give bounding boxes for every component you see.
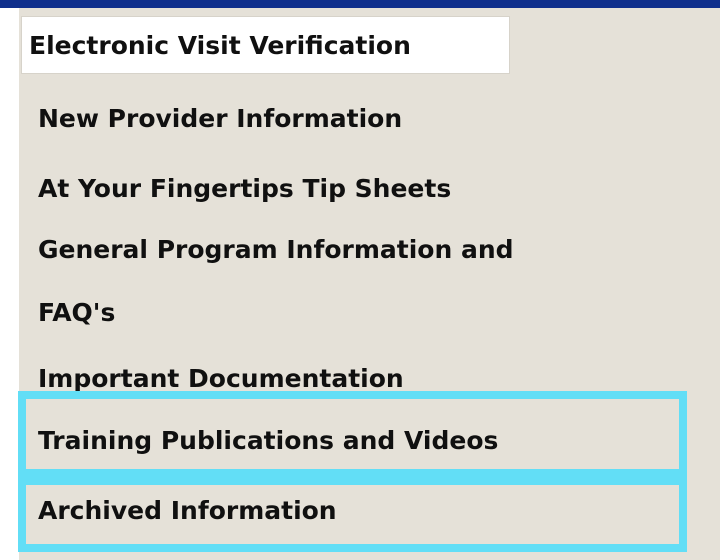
- menu-item-new-provider-information[interactable]: New Provider Information: [38, 102, 402, 136]
- training-publications-highlight-box: [18, 391, 687, 477]
- menu-header-electronic-visit-verification[interactable]: Electronic Visit Verification: [21, 16, 510, 74]
- top-border-line: [0, 0, 720, 8]
- menu-item-general-program-information[interactable]: General Program Information and: [38, 233, 514, 267]
- menu-item-at-your-fingertips-tip-sheets[interactable]: At Your Fingertips Tip Sheets: [38, 172, 451, 206]
- archived-information-highlight-box: [18, 477, 687, 552]
- menu-item-faqs[interactable]: FAQ's: [38, 296, 115, 330]
